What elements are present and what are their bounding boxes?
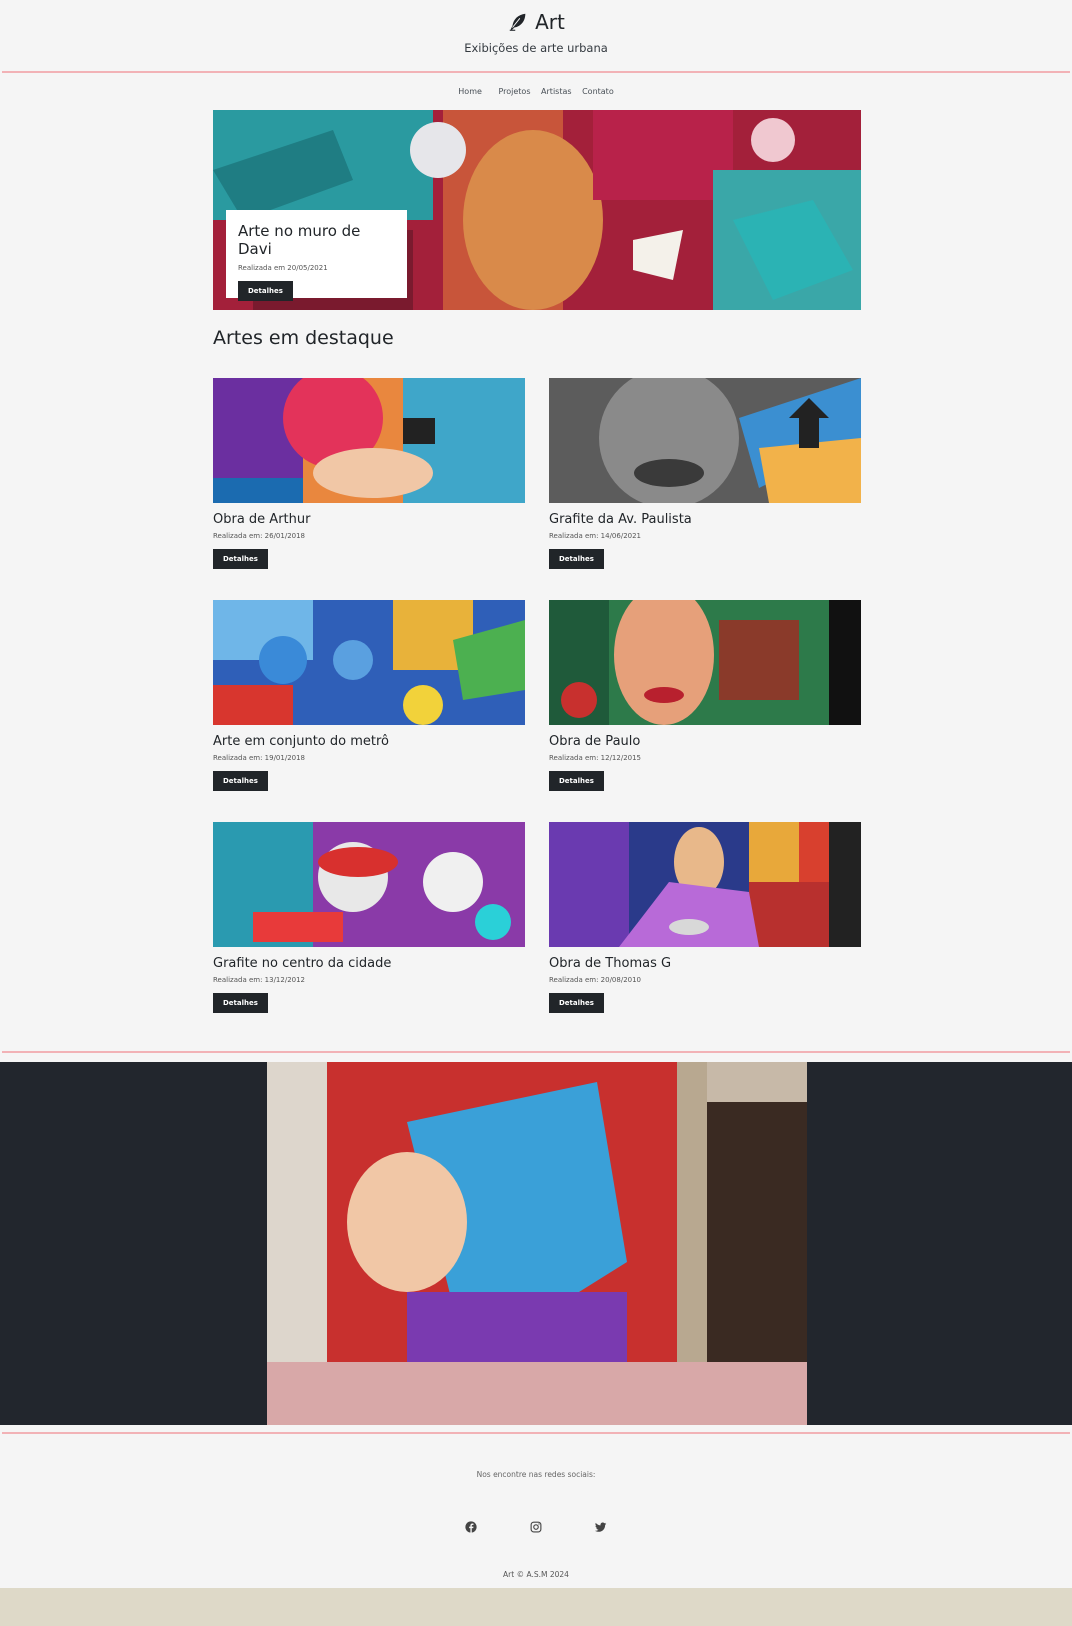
instagram-icon[interactable]: [530, 1518, 542, 1533]
nav-projetos[interactable]: Projetos: [498, 87, 530, 96]
hero-date: Realizada em 20/05/2021: [238, 264, 328, 272]
brand-title: Art: [535, 10, 565, 34]
footer-divider: [2, 1432, 1070, 1434]
art-card: Grafite da Av. Paulista Realizada em: 14…: [549, 378, 861, 569]
art-card-title: Grafite da Av. Paulista: [549, 512, 692, 527]
nav-artistas[interactable]: Artistas: [541, 87, 572, 96]
art-card-image[interactable]: [213, 600, 525, 725]
details-button[interactable]: Detalhes: [213, 771, 268, 791]
art-card: Arte em conjunto do metrô Realizada em: …: [213, 600, 525, 791]
art-card: Grafite no centro da cidade Realizada em…: [213, 822, 525, 1013]
site-header: Art Exibições de arte urbana: [0, 0, 1072, 72]
art-card: Obra de Arthur Realizada em: 26/01/2018 …: [213, 378, 525, 569]
art-card-date: Realizada em: 12/12/2015: [549, 754, 642, 762]
art-card-image[interactable]: [549, 378, 861, 503]
bottom-bar: [0, 1588, 1072, 1626]
facebook-icon[interactable]: [465, 1518, 477, 1533]
details-button[interactable]: Detalhes: [213, 549, 268, 569]
art-card: Obra de Paulo Realizada em: 12/12/2015 D…: [549, 600, 861, 791]
nav-contato[interactable]: Contato: [582, 87, 614, 96]
header-divider: [2, 71, 1070, 73]
hero-title: Arte no muro de Davi: [238, 222, 361, 258]
details-button[interactable]: Detalhes: [213, 993, 268, 1013]
art-card-image[interactable]: [549, 822, 861, 947]
art-card-date: Realizada em: 26/01/2018: [213, 532, 306, 540]
details-button[interactable]: Detalhes: [549, 771, 604, 791]
footer-note: Nos encontre nas redes sociais:: [476, 1470, 596, 1479]
art-card-date: Realizada em: 20/08/2010: [549, 976, 642, 984]
art-card-date: Realizada em: 19/01/2018: [213, 754, 306, 762]
art-card-title: Obra de Arthur: [213, 512, 311, 527]
art-card-title: Obra de Thomas G: [549, 956, 672, 971]
art-card-title: Arte em conjunto do metrô: [213, 734, 389, 749]
social-links: [0, 1518, 1072, 1537]
hero-details-button[interactable]: Detalhes: [238, 281, 293, 301]
main-nav: Home Projetos Artistas Contato: [0, 87, 1072, 96]
featured-heading: Artes em destaque: [213, 327, 394, 349]
copyright: Art © A.S.M 2024: [503, 1570, 569, 1579]
art-card: Obra de Thomas G Realizada em: 20/08/201…: [549, 822, 861, 1013]
section-divider: [2, 1051, 1070, 1053]
nav-home[interactable]: Home: [458, 87, 482, 96]
feather-icon: [509, 13, 526, 31]
art-card-image[interactable]: [213, 378, 525, 503]
details-button[interactable]: Detalhes: [549, 549, 604, 569]
banner-image: [267, 1062, 807, 1425]
tagline: Exibições de arte urbana: [464, 41, 608, 55]
art-card-title: Grafite no centro da cidade: [213, 956, 392, 971]
art-card-title: Obra de Paulo: [549, 734, 641, 749]
art-card-date: Realizada em: 13/12/2012: [213, 976, 306, 984]
art-card-image[interactable]: [549, 600, 861, 725]
brand[interactable]: Art: [507, 10, 565, 34]
art-card-date: Realizada em: 14/06/2021: [549, 532, 642, 540]
art-card-image[interactable]: [213, 822, 525, 947]
hero-banner: Arte no muro de Davi Realizada em 20/05/…: [213, 110, 861, 310]
details-button[interactable]: Detalhes: [549, 993, 604, 1013]
twitter-icon[interactable]: [595, 1518, 607, 1532]
gallery-banner: [0, 1062, 1072, 1425]
hero-card: Arte no muro de Davi Realizada em 20/05/…: [226, 210, 407, 301]
